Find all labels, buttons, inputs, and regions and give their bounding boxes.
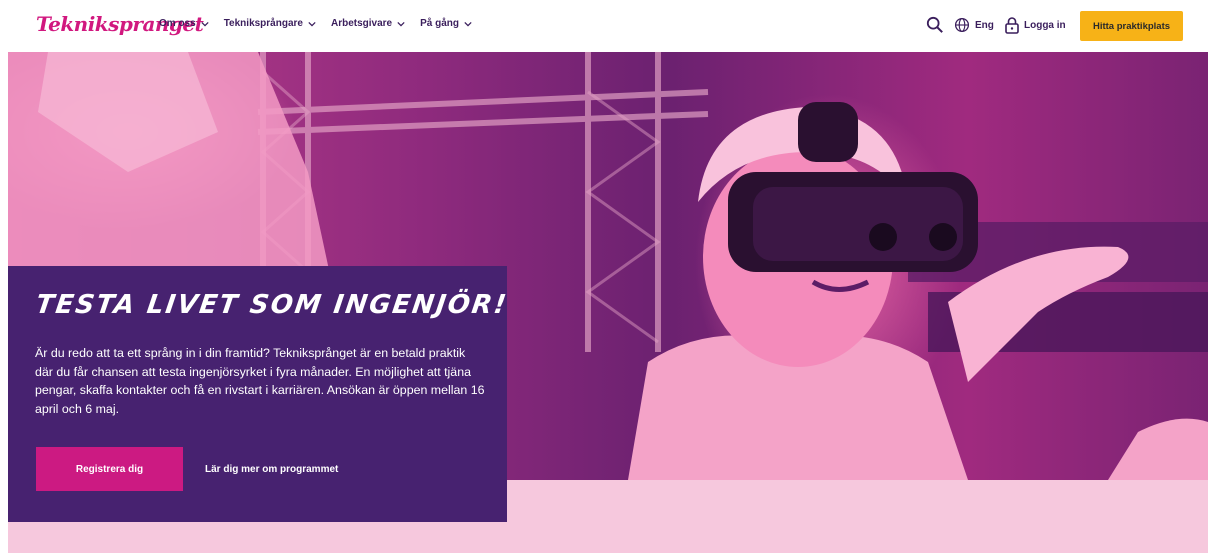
nav-item-teknikspragare[interactable]: Tekniksprångare	[224, 18, 316, 29]
login-link[interactable]: Logga in	[1024, 20, 1066, 31]
site-header: Teknikspranget Om oss Tekniksprångare Ar…	[0, 0, 1208, 52]
nav-label: Tekniksprångare	[223, 18, 303, 29]
hero-title: TESTA LIVET SOM INGENJÖR!	[33, 290, 510, 320]
main-nav: Om oss Tekniksprångare Arbetsgivare På g…	[159, 18, 472, 29]
globe-icon[interactable]	[954, 17, 970, 33]
chevron-down-icon	[397, 21, 405, 26]
register-button[interactable]: Registrera dig	[36, 447, 183, 491]
nav-item-arbetsgivare[interactable]: Arbetsgivare	[331, 18, 405, 29]
hero-panel: TESTA LIVET SOM INGENJÖR! Är du redo att…	[8, 266, 510, 522]
language-switch[interactable]: Eng	[975, 20, 994, 31]
hero-body-text: Är du redo att ta ett språng in i din fr…	[35, 346, 485, 416]
nav-label: På gång	[420, 18, 460, 29]
nav-item-pa-gang[interactable]: På gång	[420, 18, 472, 29]
find-internship-button[interactable]: Hitta praktikplats	[1080, 11, 1183, 41]
search-icon[interactable]	[926, 16, 944, 34]
nav-label: Arbetsgivare	[330, 18, 393, 29]
nav-item-om-oss[interactable]: Om oss	[159, 18, 209, 29]
nav-label: Om oss	[159, 18, 196, 29]
chevron-down-icon	[201, 21, 209, 26]
chevron-down-icon	[308, 21, 316, 26]
learn-more-link[interactable]: Lär dig mer om programmet	[205, 464, 338, 475]
chevron-down-icon	[464, 21, 472, 26]
lock-icon[interactable]	[1005, 16, 1019, 34]
